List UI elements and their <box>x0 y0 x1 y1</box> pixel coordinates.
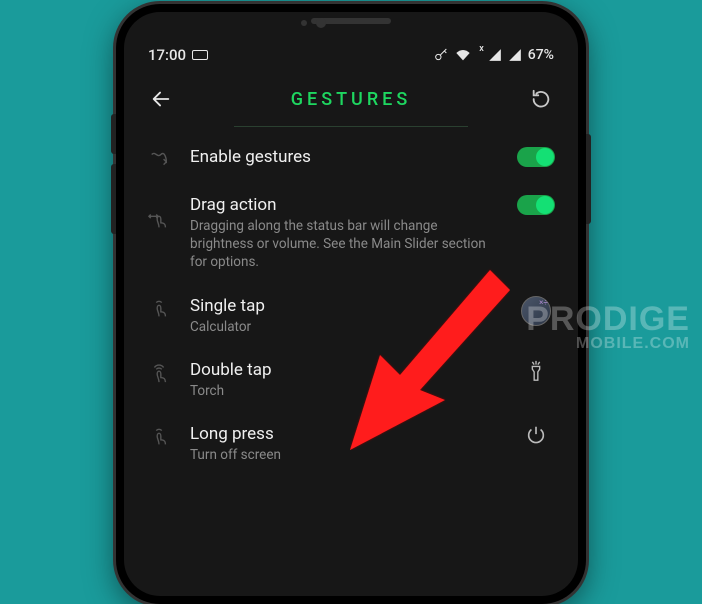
volume-up-btn <box>111 114 116 154</box>
toggle-enable-gestures[interactable] <box>517 147 555 167</box>
double-tap-icon <box>144 360 174 384</box>
row-enable-gestures[interactable]: Enable gestures <box>124 137 578 185</box>
row-title: Drag action <box>190 195 498 215</box>
torch-icon <box>514 360 558 382</box>
screen: 17:00 x 67% GESTURES <box>124 12 578 596</box>
back-button[interactable] <box>144 82 178 116</box>
long-press-icon <box>144 424 174 448</box>
drag-icon <box>144 195 174 231</box>
row-subtitle: Turn off screen <box>190 446 498 464</box>
signal-icon <box>488 48 502 62</box>
row-title: Enable gestures <box>190 147 498 167</box>
row-title: Double tap <box>190 360 498 380</box>
header: GESTURES <box>124 68 578 120</box>
tap-icon <box>144 296 174 320</box>
page-title: GESTURES <box>291 89 411 110</box>
status-bar: 17:00 x 67% <box>124 40 578 68</box>
row-subtitle: Dragging along the status bar will chang… <box>190 217 498 272</box>
signal-icon-2 <box>508 48 522 62</box>
row-subtitle: Calculator <box>190 318 498 336</box>
row-double-tap[interactable]: Double tap Torch <box>124 350 578 414</box>
row-long-press[interactable]: Long press Turn off screen <box>124 414 578 478</box>
row-title: Long press <box>190 424 498 444</box>
row-title: Single tap <box>190 296 498 316</box>
wifi-icon <box>455 47 471 63</box>
status-time: 17:00 <box>148 46 186 64</box>
calculator-app-icon <box>521 296 551 326</box>
signal-x: x <box>479 44 484 54</box>
row-subtitle: Torch <box>190 382 498 400</box>
back-arrow-icon <box>150 88 172 110</box>
toggle-drag-action[interactable] <box>517 195 555 215</box>
power-btn <box>586 134 591 224</box>
volume-down-btn <box>111 164 116 234</box>
squiggle-icon <box>144 147 174 171</box>
restore-button[interactable] <box>524 82 558 116</box>
phone-frame: 17:00 x 67% GESTURES <box>116 4 586 604</box>
keyboard-icon <box>192 50 208 60</box>
battery-percent: 67% <box>528 47 554 63</box>
sensor <box>301 20 307 26</box>
row-single-tap[interactable]: Single tap Calculator <box>124 286 578 350</box>
restore-icon <box>530 88 552 110</box>
row-drag-action[interactable]: Drag action Dragging along the status ba… <box>124 185 578 286</box>
front-camera <box>316 18 326 28</box>
header-divider <box>234 126 468 127</box>
power-icon <box>514 424 558 446</box>
key-icon <box>433 47 449 63</box>
